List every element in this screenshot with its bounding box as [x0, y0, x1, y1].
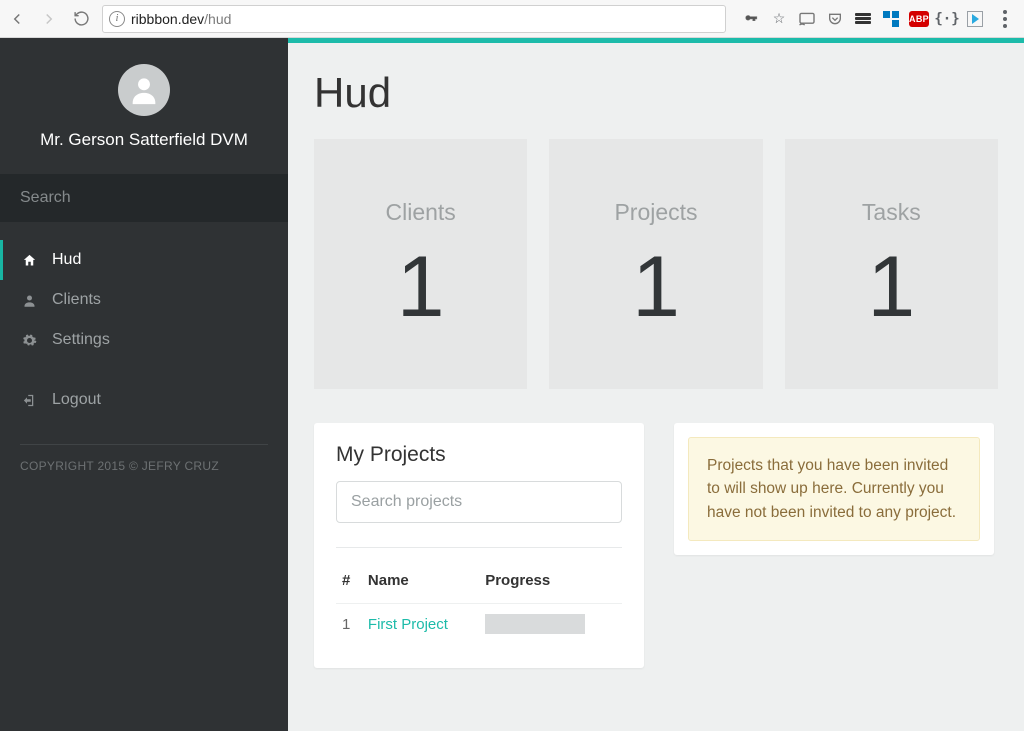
col-name: Name	[362, 564, 479, 604]
browser-toolbar: i ribbbon.dev/hud ☆ ABP {·}	[0, 0, 1024, 38]
avatar[interactable]	[118, 64, 170, 116]
home-icon	[20, 253, 38, 268]
stat-label: Tasks	[862, 199, 921, 226]
stat-tasks[interactable]: Tasks 1	[785, 139, 998, 389]
user-icon	[20, 293, 38, 308]
site-info-icon[interactable]: i	[109, 11, 125, 27]
app-shell: Mr. Gerson Satterfield DVM Hud Clients S…	[0, 38, 1024, 731]
sidebar-item-label: Logout	[52, 391, 101, 409]
gear-icon	[20, 333, 38, 348]
stat-projects[interactable]: Projects 1	[549, 139, 762, 389]
search-input[interactable]	[0, 174, 288, 222]
sidebar-item-label: Hud	[52, 251, 81, 269]
sidebar-item-hud[interactable]: Hud	[0, 240, 288, 280]
invites-card: Projects that you have been invited to w…	[674, 423, 994, 555]
sidebar-item-settings[interactable]: Settings	[0, 320, 288, 360]
back-button[interactable]	[6, 8, 28, 30]
sidebar-item-logout[interactable]: Logout	[0, 380, 288, 420]
stat-clients[interactable]: Clients 1	[314, 139, 527, 389]
stat-value: 1	[867, 244, 915, 330]
my-projects-card: My Projects # Name Progress	[314, 423, 644, 668]
progress-bar	[485, 614, 585, 634]
table-header-row: # Name Progress	[336, 564, 622, 604]
sidebar-nav: Hud Clients Settings Logout	[0, 222, 288, 420]
stat-value: 1	[632, 244, 680, 330]
profile-block: Mr. Gerson Satterfield DVM	[0, 38, 288, 174]
bookmark-star-icon[interactable]: ☆	[770, 10, 788, 28]
adblock-icon[interactable]: ABP	[910, 10, 928, 28]
dev-extension-icon[interactable]: {·}	[938, 10, 956, 28]
reload-button[interactable]	[70, 8, 92, 30]
buffer-icon[interactable]	[854, 10, 872, 28]
stats-row: Clients 1 Projects 1 Tasks 1	[314, 139, 998, 389]
stat-label: Clients	[386, 199, 456, 226]
stat-value: 1	[397, 244, 445, 330]
sidebar-item-clients[interactable]: Clients	[0, 280, 288, 320]
invites-empty-alert: Projects that you have been invited to w…	[688, 437, 980, 541]
trello-icon[interactable]	[882, 10, 900, 28]
project-link[interactable]: First Project	[368, 616, 448, 633]
projects-table: # Name Progress 1 First Project	[336, 564, 622, 644]
copyright: COPYRIGHT 2015 © JEFRY CRUZ	[0, 459, 288, 473]
sidebar-search	[0, 174, 288, 222]
sidebar-item-label: Settings	[52, 331, 110, 349]
card-divider	[336, 547, 622, 548]
stat-label: Projects	[614, 199, 697, 226]
page-title: Hud	[314, 69, 998, 117]
sidebar-divider	[20, 444, 268, 445]
col-progress: Progress	[479, 564, 622, 604]
panels-row: My Projects # Name Progress	[314, 423, 998, 668]
col-index: #	[336, 564, 362, 604]
card-title: My Projects	[336, 443, 622, 467]
url-domain: ribbbon.dev	[131, 11, 204, 27]
password-key-icon[interactable]	[742, 10, 760, 28]
cell-index: 1	[336, 604, 362, 645]
address-bar[interactable]: i ribbbon.dev/hud	[102, 5, 726, 33]
pocket-icon[interactable]	[826, 10, 844, 28]
extensions-tray: ☆ ABP {·}	[736, 10, 1018, 28]
main-content: Hud Clients 1 Projects 1 Tasks 1 My Proj…	[288, 38, 1024, 731]
projects-search-input[interactable]	[336, 481, 622, 523]
sidebar-item-label: Clients	[52, 291, 101, 309]
sidebar: Mr. Gerson Satterfield DVM Hud Clients S…	[0, 38, 288, 731]
forward-button[interactable]	[38, 8, 60, 30]
url-path: /hud	[204, 11, 231, 27]
table-row[interactable]: 1 First Project	[336, 604, 622, 645]
browser-menu-button[interactable]	[994, 10, 1012, 28]
cast-icon[interactable]	[798, 10, 816, 28]
user-name: Mr. Gerson Satterfield DVM	[12, 130, 276, 150]
playstore-icon[interactable]	[966, 10, 984, 28]
logout-icon	[20, 393, 38, 408]
